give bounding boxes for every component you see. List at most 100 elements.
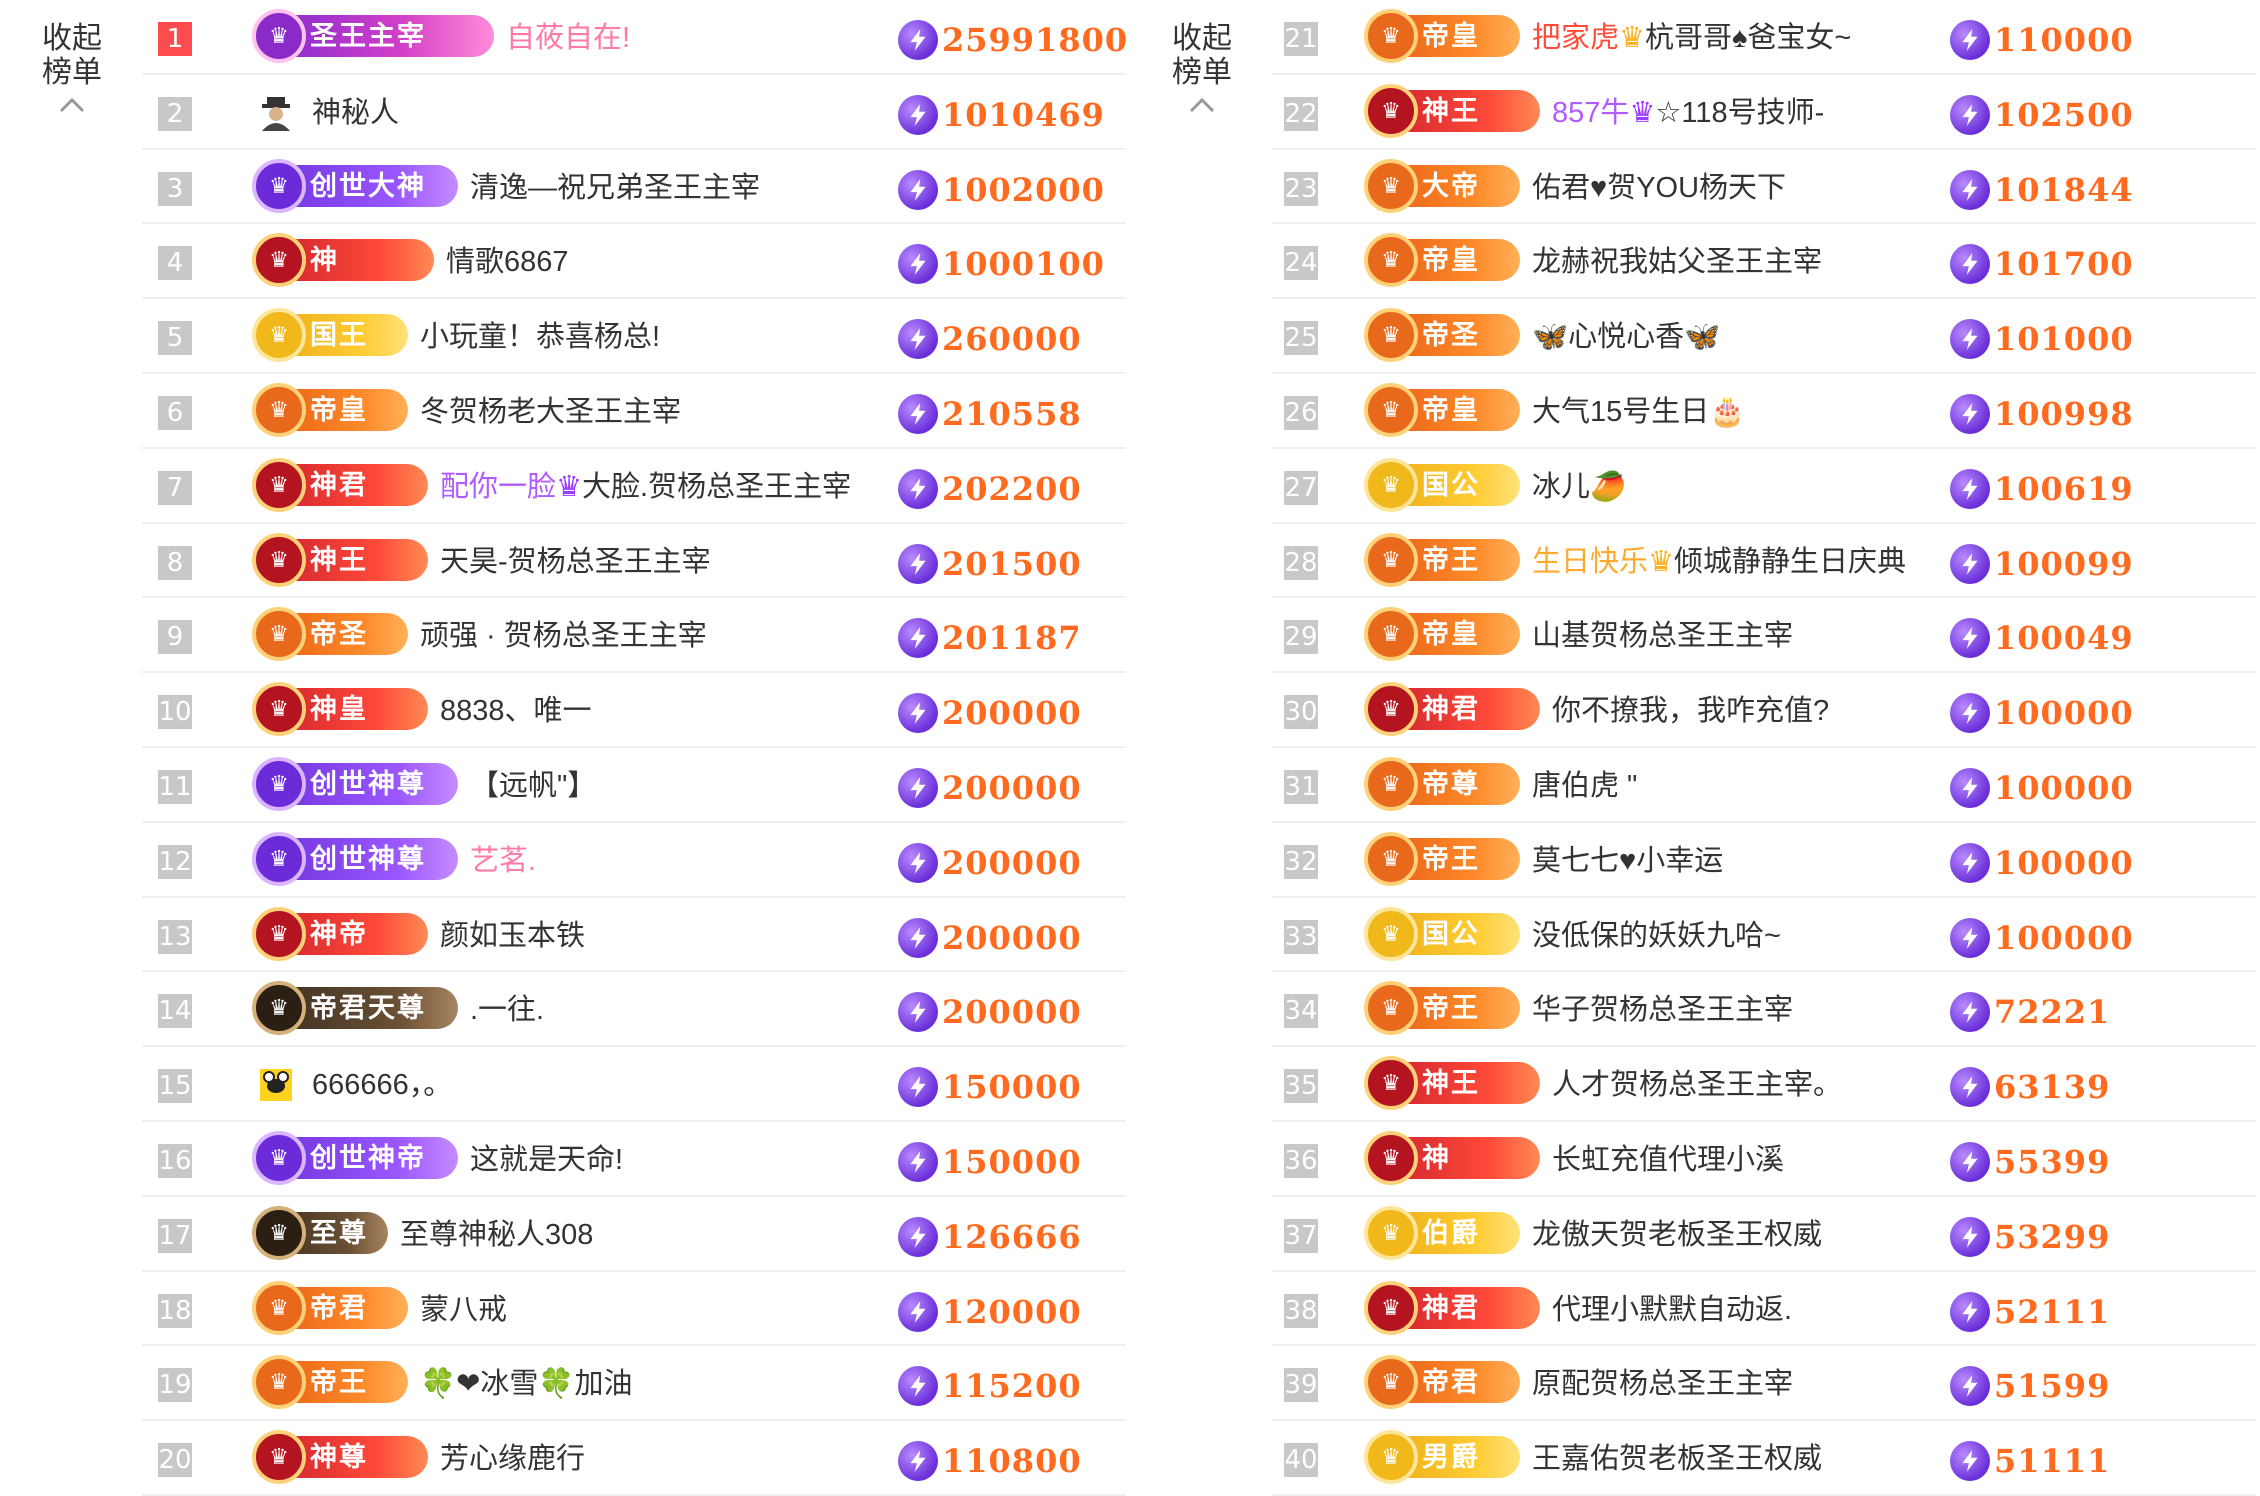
- user-name[interactable]: 蒙八戒: [420, 1290, 507, 1330]
- user-name[interactable]: 华子贺杨总圣王主宰: [1532, 990, 1793, 1030]
- rank-level-badge[interactable]: ♛ 神帝: [252, 906, 428, 961]
- user-name[interactable]: 生日快乐♛倾城静静生日庆典: [1532, 542, 1906, 582]
- rank-level-badge[interactable]: ♛ 帝皇: [252, 382, 408, 437]
- user-name[interactable]: 自莜自在!: [506, 18, 630, 58]
- user-name[interactable]: 🦋心悦心香🦋: [1532, 317, 1720, 357]
- rank-level-badge[interactable]: ♛ 帝皇: [1364, 382, 1520, 437]
- ranking-row[interactable]: 38 ♛ 神君 代理小默默自动返. 52111: [1272, 1272, 2256, 1347]
- user-name[interactable]: 龙赫祝我姑父圣王主宰: [1532, 242, 1822, 282]
- ranking-row[interactable]: 30 ♛ 神君 你不撩我，我咋充值? 100000: [1272, 673, 2256, 748]
- ranking-row[interactable]: 2 神秘人 1010469: [142, 75, 1126, 150]
- rank-level-badge[interactable]: ♛ 神王: [252, 532, 428, 587]
- user-name[interactable]: 小玩童！恭喜杨总!: [420, 317, 660, 357]
- user-name[interactable]: 大气15号生日🎂: [1532, 392, 1745, 432]
- ranking-row[interactable]: 27 ♛ 国公 冰儿🥭 100619: [1272, 449, 2256, 524]
- ranking-row[interactable]: 15 666666，。 150000: [142, 1047, 1126, 1122]
- user-name[interactable]: 8838、唯一: [440, 691, 592, 731]
- user-name[interactable]: 代理小默默自动返.: [1552, 1290, 1792, 1330]
- ranking-row[interactable]: 8 ♛ 神王 天昊-贺杨总圣王主宰 201500: [142, 524, 1126, 599]
- rank-level-badge[interactable]: ♛ 创世大神: [252, 158, 458, 213]
- user-name[interactable]: 清逸—祝兄弟圣王主宰: [470, 168, 760, 208]
- ranking-row[interactable]: 34 ♛ 帝王 华子贺杨总圣王主宰 72221: [1272, 972, 2256, 1048]
- collapse-ranking-button[interactable]: 收起 榜单: [32, 22, 112, 114]
- rank-level-badge[interactable]: ♛ 帝君天尊: [252, 981, 458, 1036]
- user-name[interactable]: 山基贺杨总圣王主宰: [1532, 616, 1793, 656]
- rank-level-badge[interactable]: ♛ 国公: [1364, 906, 1520, 961]
- ranking-row[interactable]: 40 ♛ 男爵 王嘉佑贺老板圣王权威 51111: [1272, 1421, 2256, 1496]
- ranking-row[interactable]: 32 ♛ 帝王 莫七七♥小幸运 100000: [1272, 823, 2256, 898]
- rank-level-badge[interactable]: ♛ 国公: [1364, 457, 1520, 512]
- ranking-row[interactable]: 36 ♛ 神长虹充值代理小溪 55399: [1272, 1122, 2256, 1197]
- rank-level-badge[interactable]: ♛ 神尊: [252, 1430, 428, 1485]
- ranking-row[interactable]: 39 ♛ 帝君 原配贺杨总圣王主宰 51599: [1272, 1346, 2256, 1422]
- user-name[interactable]: 长虹充值代理小溪: [1552, 1140, 1784, 1180]
- user-name[interactable]: 配你一脸♛大脸.贺杨总圣王主宰: [440, 467, 851, 507]
- ranking-row[interactable]: 12 ♛ 创世神尊 艺茗. 200000: [142, 823, 1126, 898]
- ranking-row[interactable]: 20 ♛ 神尊 芳心缘鹿行 110800: [142, 1421, 1126, 1496]
- rank-level-badge[interactable]: ♛ 帝皇: [1364, 607, 1520, 662]
- rank-level-badge[interactable]: ♛ 至尊: [252, 1205, 388, 1260]
- ranking-row[interactable]: 33 ♛ 国公 没低保的妖妖九哈~ 100000: [1272, 898, 2256, 973]
- rank-level-badge[interactable]: ♛ 帝皇: [1364, 233, 1520, 288]
- user-name[interactable]: 人才贺杨总圣王主宰。: [1552, 1065, 1842, 1105]
- ranking-row[interactable]: 17 ♛ 至尊 至尊神秘人308 126666: [142, 1197, 1126, 1272]
- user-name[interactable]: 冬贺杨老大圣王主宰: [420, 392, 681, 432]
- user-name[interactable]: 顽强 · 贺杨总圣王主宰: [420, 616, 707, 656]
- user-name[interactable]: 🍀❤冰雪🍀加油: [420, 1364, 633, 1404]
- ranking-row[interactable]: 3 ♛ 创世大神 清逸—祝兄弟圣王主宰 1002000: [142, 150, 1126, 225]
- rank-level-badge[interactable]: ♛ 圣王主宰: [252, 9, 494, 63]
- user-name[interactable]: 唐伯虎 ": [1532, 766, 1637, 806]
- user-name[interactable]: 情歌6867: [446, 242, 569, 282]
- ranking-row[interactable]: 13 ♛ 神帝 颜如玉本铁 200000: [142, 898, 1126, 973]
- rank-level-badge[interactable]: ♛ 神皇: [252, 682, 428, 737]
- user-name[interactable]: 神秘人: [312, 93, 399, 133]
- ranking-row[interactable]: 10 ♛ 神皇 8838、唯一 200000: [142, 673, 1126, 748]
- ranking-row[interactable]: 26 ♛ 帝皇 大气15号生日🎂 100998: [1272, 374, 2256, 449]
- user-name[interactable]: .一往.: [470, 990, 544, 1030]
- rank-level-badge[interactable]: ♛ 帝尊: [1364, 756, 1520, 811]
- rank-level-badge[interactable]: ♛ 帝圣: [1364, 308, 1520, 363]
- rank-level-badge[interactable]: ♛ 帝王: [1364, 831, 1520, 886]
- user-name[interactable]: 冰儿🥭: [1532, 467, 1626, 507]
- rank-level-badge[interactable]: ♛ 帝皇: [1364, 9, 1520, 63]
- rank-level-badge[interactable]: ♛ 创世神尊: [252, 756, 458, 811]
- rank-level-badge[interactable]: ♛ 大帝: [1364, 158, 1520, 213]
- rank-level-badge[interactable]: ♛ 国王: [252, 308, 408, 363]
- user-name[interactable]: 这就是天命!: [470, 1140, 623, 1180]
- ranking-row[interactable]: 9 ♛ 帝圣 顽强 · 贺杨总圣王主宰 201187: [142, 598, 1126, 674]
- rank-level-badge[interactable]: ♛ 帝圣: [252, 607, 408, 662]
- user-name[interactable]: 原配贺杨总圣王主宰: [1532, 1364, 1793, 1404]
- ranking-row[interactable]: 28 ♛ 帝王 生日快乐♛倾城静静生日庆典 100099: [1272, 524, 2256, 599]
- user-name[interactable]: 芳心缘鹿行: [440, 1439, 585, 1479]
- rank-level-badge[interactable]: ♛ 创世神尊: [252, 831, 458, 886]
- rank-level-badge[interactable]: ♛ 帝君: [1364, 1355, 1520, 1410]
- ranking-row[interactable]: 18 ♛ 帝君 蒙八戒 120000: [142, 1272, 1126, 1347]
- user-name[interactable]: 【远帆"】: [470, 766, 596, 806]
- rank-level-badge[interactable]: ♛ 男爵: [1364, 1430, 1520, 1485]
- ranking-row[interactable]: 29 ♛ 帝皇 山基贺杨总圣王主宰 100049: [1272, 598, 2256, 674]
- user-name[interactable]: 莫七七♥小幸运: [1532, 841, 1723, 881]
- user-name[interactable]: 至尊神秘人308: [400, 1215, 593, 1255]
- ranking-row[interactable]: 22 ♛ 神王 857牛♛☆118号技师- 102500: [1272, 75, 2256, 150]
- rank-level-badge[interactable]: ♛ 神君: [1364, 682, 1540, 737]
- rank-level-badge[interactable]: ♛ 帝王: [1364, 981, 1520, 1036]
- ranking-row[interactable]: 24 ♛ 帝皇 龙赫祝我姑父圣王主宰 101700: [1272, 224, 2256, 300]
- ranking-row[interactable]: 16 ♛ 创世神帝 这就是天命! 150000: [142, 1122, 1126, 1197]
- ranking-row[interactable]: 37 ♛ 伯爵 龙傲天贺老板圣王权威 53299: [1272, 1197, 2256, 1272]
- user-name[interactable]: 没低保的妖妖九哈~: [1532, 916, 1781, 956]
- ranking-row[interactable]: 23 ♛ 大帝 佑君♥贺YOU杨天下 101844: [1272, 150, 2256, 225]
- rank-level-badge[interactable]: ♛ 帝王: [1364, 532, 1520, 587]
- ranking-row[interactable]: 21 ♛ 帝皇 把家虎♛杭哥哥♠爸宝女~ 110000: [1272, 0, 2256, 75]
- rank-level-badge[interactable]: ♛ 神君: [252, 457, 428, 512]
- ranking-row[interactable]: 14 ♛ 帝君天尊 .一往. 200000: [142, 972, 1126, 1048]
- rank-level-badge[interactable]: ♛ 神君: [1364, 1280, 1540, 1335]
- rank-level-badge[interactable]: ♛ 帝王: [252, 1355, 408, 1410]
- ranking-row[interactable]: 11 ♛ 创世神尊 【远帆"】 200000: [142, 748, 1126, 823]
- ranking-row[interactable]: 7 ♛ 神君 配你一脸♛大脸.贺杨总圣王主宰 202200: [142, 449, 1126, 524]
- ranking-row[interactable]: 5 ♛ 国王 小玩童！恭喜杨总! 260000: [142, 299, 1126, 374]
- user-name[interactable]: 你不撩我，我咋充值?: [1552, 691, 1829, 731]
- user-name[interactable]: 666666，。: [312, 1065, 452, 1105]
- ranking-row[interactable]: 31 ♛ 帝尊 唐伯虎 " 100000: [1272, 748, 2256, 823]
- rank-level-badge[interactable]: ♛ 神: [1364, 1130, 1540, 1185]
- user-name[interactable]: 天昊-贺杨总圣王主宰: [440, 542, 711, 582]
